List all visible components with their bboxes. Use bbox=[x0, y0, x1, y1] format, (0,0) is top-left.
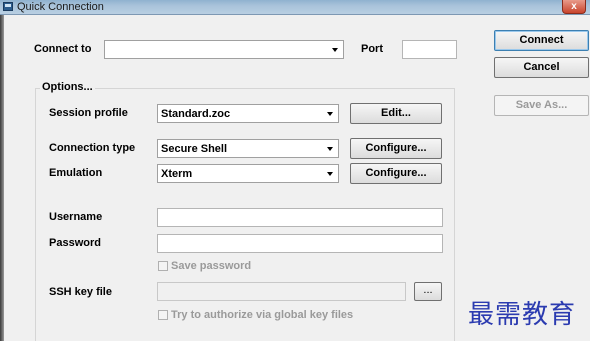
chevron-down-icon[interactable] bbox=[327, 172, 333, 176]
configure-connection-button[interactable]: Configure... bbox=[350, 138, 442, 159]
chevron-down-icon[interactable] bbox=[327, 147, 333, 151]
window-edge bbox=[0, 15, 4, 341]
emulation-label: Emulation bbox=[49, 167, 103, 179]
password-label: Password bbox=[49, 237, 101, 249]
emulation-value: Xterm bbox=[161, 168, 193, 180]
session-profile-value: Standard.zoc bbox=[161, 108, 231, 120]
edit-button[interactable]: Edit... bbox=[350, 103, 442, 124]
chevron-down-icon[interactable] bbox=[327, 112, 333, 116]
configure-emulation-button[interactable]: Configure... bbox=[350, 163, 442, 184]
save-password-label: Save password bbox=[171, 260, 252, 272]
port-input[interactable] bbox=[402, 40, 457, 59]
save-as-button[interactable]: Save As... bbox=[494, 95, 589, 116]
connection-type-value: Secure Shell bbox=[161, 143, 228, 155]
ssh-key-label: SSH key file bbox=[49, 286, 112, 298]
options-label: Options... bbox=[40, 81, 95, 93]
username-label: Username bbox=[49, 211, 103, 223]
connection-type-label: Connection type bbox=[49, 142, 136, 154]
global-key-checkbox[interactable] bbox=[158, 310, 168, 320]
session-profile-combo[interactable]: Standard.zoc bbox=[157, 104, 339, 123]
chevron-down-icon[interactable] bbox=[332, 48, 338, 52]
app-icon bbox=[3, 2, 13, 11]
password-input[interactable] bbox=[157, 234, 443, 253]
watermark: 最需教育 bbox=[468, 300, 577, 330]
emulation-combo[interactable]: Xterm bbox=[157, 164, 339, 183]
cancel-button[interactable]: Cancel bbox=[494, 57, 589, 78]
connection-type-combo[interactable]: Secure Shell bbox=[157, 139, 339, 158]
session-profile-label: Session profile bbox=[49, 107, 128, 119]
connect-to-label: Connect to bbox=[34, 43, 92, 55]
global-key-label: Try to authorize via global key files bbox=[171, 309, 354, 321]
close-button[interactable]: x bbox=[562, 0, 586, 14]
username-input[interactable] bbox=[157, 208, 443, 227]
connect-button[interactable]: Connect bbox=[494, 30, 589, 51]
ssh-key-input[interactable] bbox=[157, 282, 406, 301]
port-label: Port bbox=[361, 43, 383, 55]
title-bar: Quick Connection x bbox=[0, 0, 590, 15]
connect-to-combo[interactable] bbox=[104, 40, 344, 59]
save-password-checkbox[interactable] bbox=[158, 261, 168, 271]
browse-button[interactable]: ... bbox=[414, 282, 442, 301]
window-title: Quick Connection bbox=[17, 1, 104, 13]
